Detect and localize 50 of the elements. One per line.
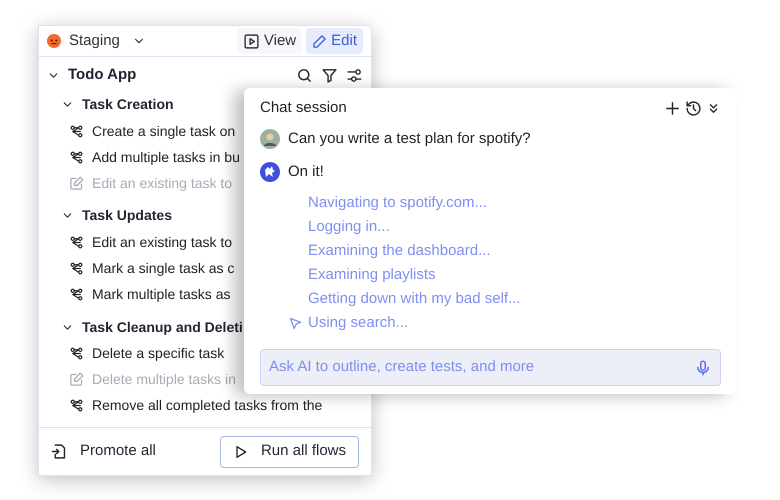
flow-icon [69, 235, 84, 250]
tree-root-toggle[interactable]: Todo App [47, 64, 136, 86]
status-step: Examining playlists [308, 264, 436, 286]
flow-item[interactable]: Edit an existing task to [69, 230, 232, 256]
mode-tab[interactable]: View [236, 28, 302, 54]
flow-icon [69, 398, 84, 414]
group-toggle[interactable]: Task Cleanup and Deleti [61, 316, 243, 339]
search-icon [296, 66, 313, 84]
filter-icon [321, 66, 338, 84]
bot-avatar [260, 162, 280, 182]
plus-icon [664, 100, 681, 116]
flow-icon [69, 124, 84, 139]
file-import-icon [51, 443, 68, 460]
status-step: Getting down with my bad self... [308, 288, 521, 310]
chat-input-field[interactable]: Ask AI to outline, create tests, and more [260, 349, 721, 386]
status-step: Examining the dashboard... [308, 240, 491, 262]
group-toggle[interactable]: Task Updates [61, 204, 172, 228]
promote-all-button[interactable]: Promote all [51, 440, 156, 463]
new-chat-button[interactable] [664, 100, 681, 116]
flow-icon [69, 346, 84, 362]
flow-item[interactable]: Mark multiple tasks as [69, 282, 230, 308]
flow-item[interactable]: Mark a single task as c [69, 256, 234, 282]
status-step: Using search... [308, 312, 408, 334]
microphone-icon [694, 358, 712, 376]
flow-item[interactable]: Delete a specific task [69, 340, 224, 367]
flow-item[interactable]: Create a single task on [69, 118, 236, 144]
history-button[interactable] [685, 100, 702, 116]
flow-icon [69, 287, 84, 302]
settings-sliders-icon [346, 66, 363, 84]
cursor-arrow-icon [288, 316, 303, 330]
play-square-icon [242, 32, 260, 50]
chat-message: On it! [288, 162, 324, 182]
status-step: Logging in... [308, 216, 390, 238]
flow-icon [69, 150, 84, 165]
pencil-icon [312, 34, 328, 48]
chat-title: Chat session [260, 98, 347, 118]
history-icon [685, 100, 702, 116]
flow-item[interactable]: Add multiple tasks in bu [69, 144, 240, 170]
flow-icon [69, 261, 84, 276]
user-avatar [260, 129, 280, 150]
chat-message: Can you write a test plan for spotify? [288, 129, 531, 149]
status-step: Navigating to spotify.com... [308, 192, 487, 214]
chat-text-input[interactable]: Ask AI to outline, create tests, and more [269, 356, 694, 379]
mode-tab[interactable]: Edit [306, 28, 363, 54]
edit-square-icon [69, 372, 84, 388]
flow-item[interactable]: Remove all completed tasks from the [69, 392, 322, 419]
edit-square-icon [69, 176, 84, 191]
environment-selector[interactable]: Staging [47, 30, 146, 52]
run-all-flows-button[interactable]: Run all flows [220, 436, 359, 468]
group-toggle[interactable]: Task Creation [61, 93, 174, 116]
